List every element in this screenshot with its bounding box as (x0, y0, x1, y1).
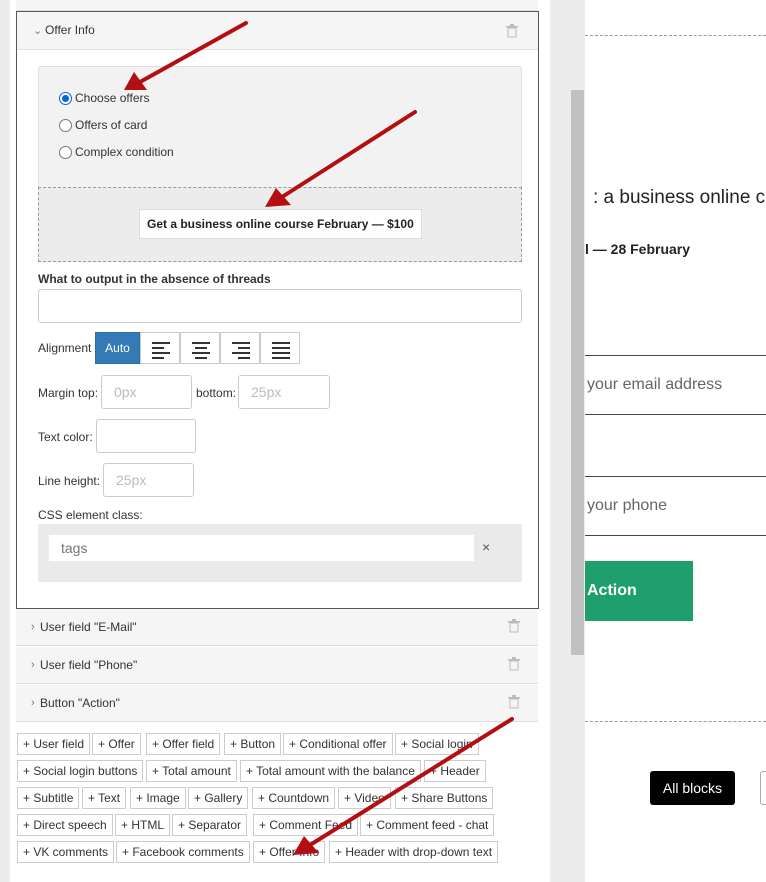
add-subtitle-button[interactable]: + Subtitle (17, 787, 80, 809)
add-social-login-buttons-button[interactable]: + Social login buttons (17, 760, 144, 782)
previous-section-header[interactable] (16, 0, 538, 11)
add-facebook-comments-button[interactable]: + Facebook comments (116, 841, 250, 863)
add-user-field-button[interactable]: + User field (17, 733, 91, 755)
email-field-bottom-border (585, 414, 766, 415)
align-center-button[interactable] (180, 332, 220, 364)
line-height-label: Line height: (38, 474, 101, 488)
align-left-button[interactable] (140, 332, 180, 364)
margin-top-input[interactable] (101, 375, 192, 409)
add-comment-feed-chat-button[interactable]: + Comment feed - chat (360, 814, 495, 836)
absence-output-input[interactable] (38, 289, 522, 323)
radio-button[interactable] (59, 146, 72, 159)
preview-title: : a business online c (593, 187, 766, 208)
editor-panel: ⌄ Offer Info Choose offers Offers of car… (0, 0, 585, 882)
radio-button[interactable] (59, 119, 72, 132)
section-button-action[interactable]: › Button "Action" (16, 685, 538, 722)
add-offer-button[interactable]: + Offer (92, 733, 141, 755)
offer-info-header[interactable]: ⌄ Offer Info (17, 12, 538, 50)
add-video-button[interactable]: + Video (338, 787, 391, 809)
radio-button[interactable] (59, 92, 72, 105)
margin-bottom-input[interactable] (238, 375, 330, 409)
next-button[interactable] (760, 771, 766, 805)
email-field-top-border (585, 355, 766, 356)
add-countdown-button[interactable]: + Countdown (252, 787, 336, 809)
phone-field-bottom-border (585, 535, 766, 536)
chevron-right-icon: › (31, 659, 35, 671)
margin-top-label: Margin top: (38, 386, 99, 400)
align-left-icon (152, 342, 170, 362)
add-offer-info-button[interactable]: + Offer Info (253, 841, 326, 863)
scrollbar-thumb[interactable] (571, 90, 584, 655)
add-direct-speech-button[interactable]: + Direct speech (17, 814, 113, 836)
trash-icon[interactable] (506, 24, 518, 38)
preview-action-button[interactable]: Action (585, 561, 693, 621)
align-auto-button[interactable]: Auto (95, 332, 140, 364)
css-tags-area: × (38, 524, 522, 582)
add-text-button[interactable]: + Text (82, 787, 127, 809)
align-justify-icon (272, 342, 290, 362)
page-preview: : a business online c l — 28 February yo… (585, 0, 766, 882)
margin-bottom-label: bottom: (196, 386, 237, 400)
offer-info-section: ⌄ Offer Info Choose offers Offers of car… (16, 11, 539, 609)
radio-label: Complex condition (75, 145, 174, 159)
align-right-icon (232, 342, 250, 362)
preview-date: l — 28 February (585, 241, 691, 257)
add-total-amount-balance-button[interactable]: + Total amount with the balance (240, 760, 421, 782)
add-share-buttons-button[interactable]: + Share Buttons (395, 787, 494, 809)
trash-icon[interactable] (508, 619, 520, 633)
chevron-down-icon: ⌄ (33, 25, 43, 37)
text-color-input[interactable] (96, 419, 196, 453)
section-user-field-email[interactable]: › User field "E-Mail" (16, 609, 538, 646)
radio-label: Offers of card (75, 118, 148, 132)
line-height-input[interactable] (103, 463, 194, 497)
alignment-label: Alignment (38, 341, 92, 355)
radio-label: Choose offers (75, 91, 150, 105)
section-user-field-phone[interactable]: › User field "Phone" (16, 647, 538, 684)
section-title: User field "Phone" (40, 658, 138, 672)
clear-icon[interactable]: × (482, 539, 490, 555)
all-blocks-button[interactable]: All blocks (650, 771, 735, 805)
add-header-dropdown-text-button[interactable]: + Header with drop-down text (329, 841, 499, 863)
selected-offer-chip[interactable]: Get a business online course February — … (139, 209, 422, 239)
align-justify-button[interactable] (260, 332, 300, 364)
trash-icon[interactable] (508, 695, 520, 709)
css-class-label: CSS element class: (38, 508, 143, 522)
add-image-button[interactable]: + Image (130, 787, 186, 809)
tags-input[interactable] (49, 535, 474, 561)
section-title: Button "Action" (40, 696, 120, 710)
preview-email-field[interactable]: your email address (587, 376, 722, 394)
align-center-icon (192, 342, 210, 362)
offer-info-title: Offer Info (45, 23, 95, 37)
block-divider (585, 35, 766, 36)
absence-label: What to output in the absence of threads (38, 272, 271, 286)
add-button-button[interactable]: + Button (224, 733, 282, 755)
align-right-button[interactable] (220, 332, 260, 364)
add-separator-button[interactable]: + Separator (172, 814, 248, 836)
chevron-right-icon: › (31, 621, 35, 633)
add-html-button[interactable]: + HTML (115, 814, 171, 836)
trash-icon[interactable] (508, 657, 520, 671)
phone-field-top-border (585, 476, 766, 477)
add-header-button[interactable]: + Header (424, 760, 486, 782)
add-comment-feed-button[interactable]: + Comment Feed (253, 814, 359, 836)
add-conditional-offer-button[interactable]: + Conditional offer (283, 733, 393, 755)
section-title: User field "E-Mail" (40, 620, 137, 634)
add-social-login-button[interactable]: + Social login (395, 733, 479, 755)
block-divider (585, 721, 766, 722)
add-vk-comments-button[interactable]: + VK comments (17, 841, 115, 863)
add-offer-field-button[interactable]: + Offer field (146, 733, 221, 755)
preview-phone-field[interactable]: your phone (587, 497, 667, 515)
offer-selection-box: Choose offers Offers of card Complex con… (38, 66, 522, 262)
text-color-label: Text color: (38, 430, 93, 444)
offers-dropzone[interactable]: Get a business online course February — … (38, 187, 522, 262)
add-gallery-button[interactable]: + Gallery (188, 787, 249, 809)
add-total-amount-button[interactable]: + Total amount (146, 760, 237, 782)
chevron-right-icon: › (31, 697, 35, 709)
